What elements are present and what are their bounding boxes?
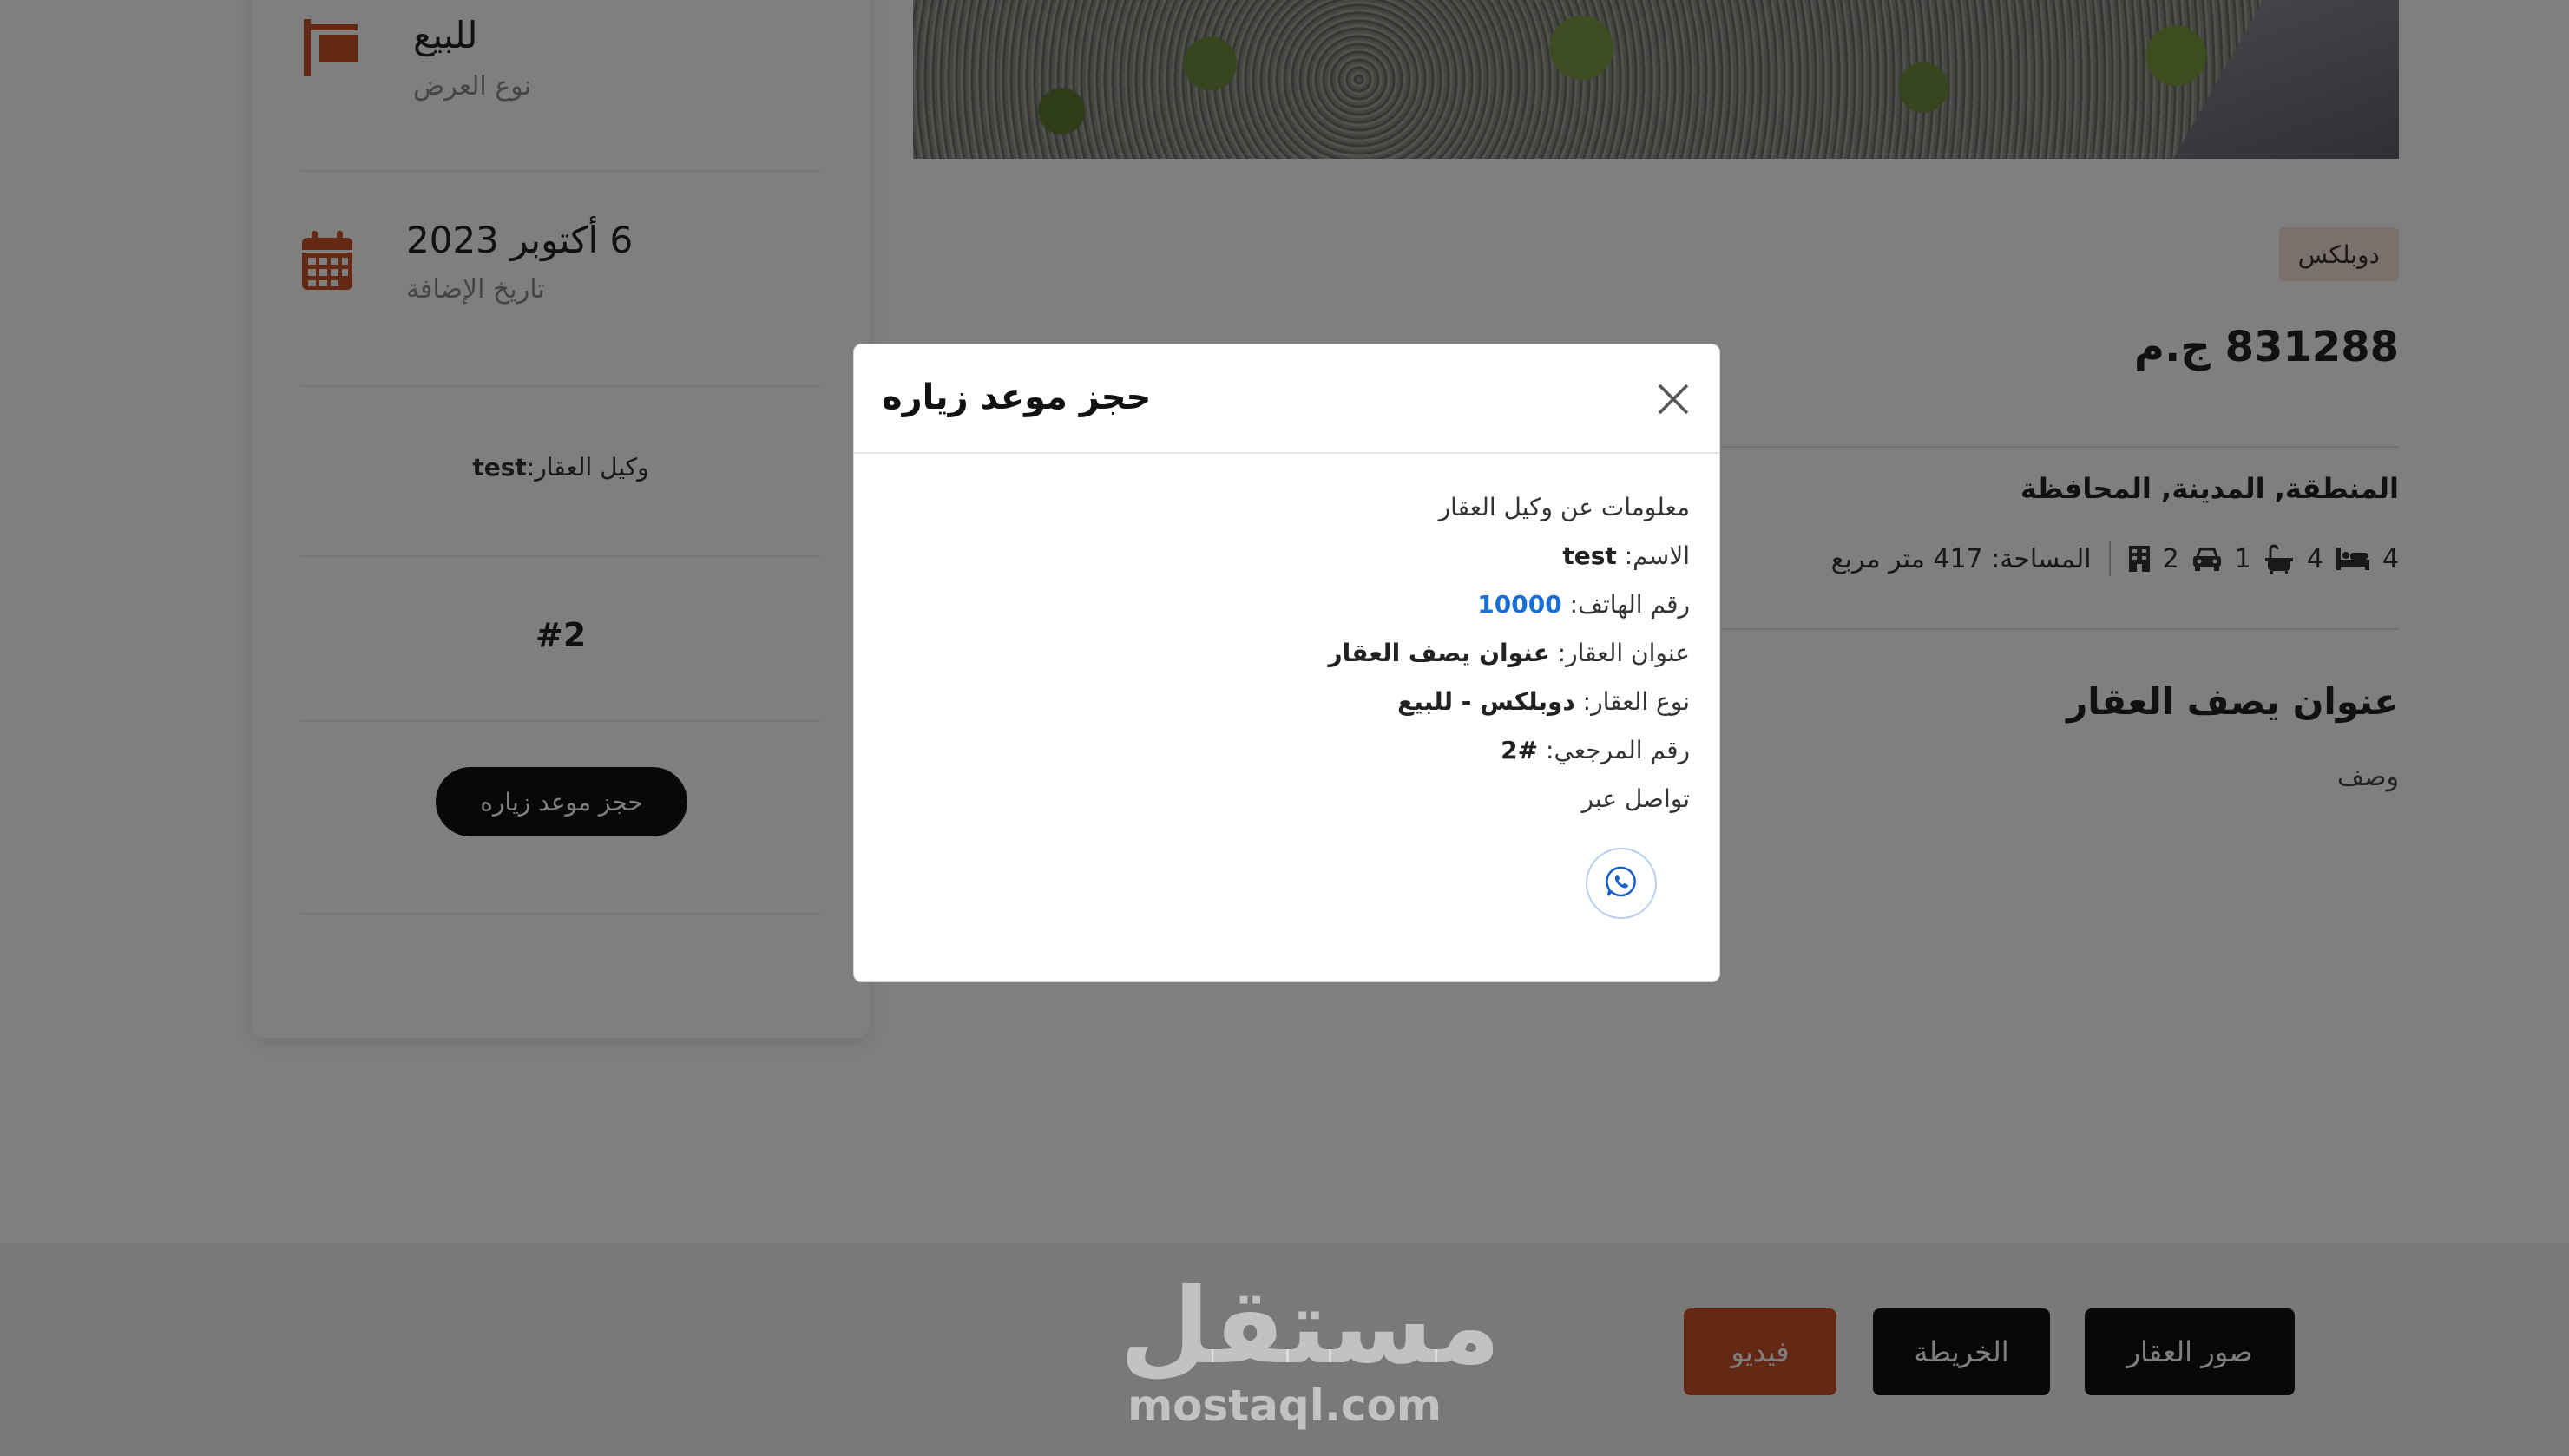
phone-label: رقم الهاتف: <box>1569 590 1690 619</box>
name-label: الاسم: <box>1624 541 1690 570</box>
whatsapp-icon <box>1604 864 1639 902</box>
watermark-arabic: مستقل <box>1120 1267 1501 1387</box>
address-label: عنوان العقار: <box>1557 639 1690 667</box>
property-address-line: عنوان العقار: عنوان يصف العقار <box>909 629 1690 678</box>
modal-header: حجز موعد زياره <box>854 344 1719 454</box>
watermark-latin: mostaql.com <box>1127 1381 1442 1431</box>
type-value: دوبلكس - للبيع <box>1397 687 1575 716</box>
reference-line: رقم المرجعي: #2 <box>909 726 1690 775</box>
ref-label: رقم المرجعي: <box>1546 736 1690 764</box>
agent-phone-line: رقم الهاتف: 10000 <box>909 580 1690 629</box>
modal-title: حجز موعد زياره <box>882 377 1152 417</box>
agent-name-line: الاسم: test <box>909 532 1690 580</box>
book-visit-modal: حجز موعد زياره معلومات عن وكيل العقار ال… <box>853 344 1720 982</box>
ref-value: #2 <box>1501 736 1539 764</box>
type-label: نوع العقار: <box>1582 687 1690 716</box>
property-type-line: نوع العقار: دوبلكس - للبيع <box>909 678 1690 726</box>
contact-via-label: تواصل عبر <box>1581 784 1690 813</box>
name-value: test <box>1562 541 1617 570</box>
phone-link[interactable]: 10000 <box>1477 590 1561 619</box>
agent-info: معلومات عن وكيل العقار الاسم: test رقم ا… <box>909 483 1690 823</box>
mostaql-watermark: مستقل mostaql.com <box>1120 1267 1501 1432</box>
close-icon[interactable] <box>1652 377 1695 421</box>
address-value: عنوان يصف العقار <box>1328 639 1550 667</box>
agent-info-heading: معلومات عن وكيل العقار <box>1438 493 1690 521</box>
whatsapp-button[interactable] <box>1586 848 1657 919</box>
